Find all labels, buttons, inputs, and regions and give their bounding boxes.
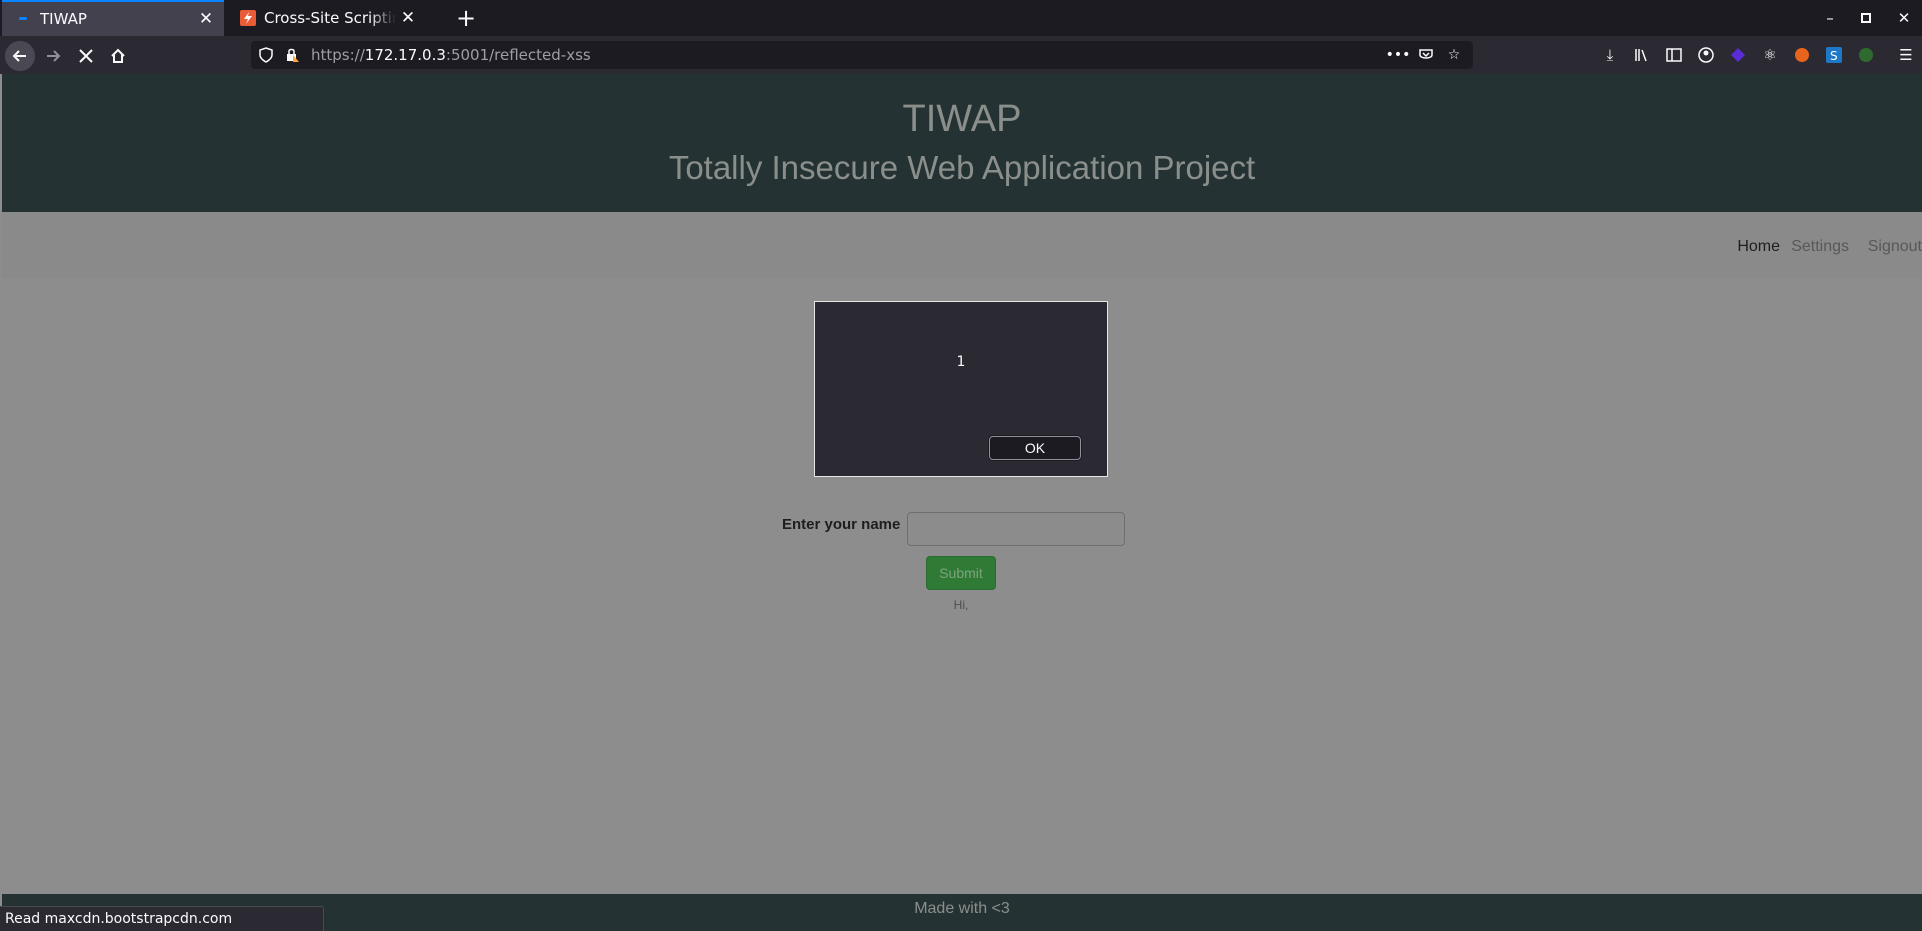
- alert-ok-button[interactable]: OK: [989, 436, 1081, 460]
- greeting-text: Hi,: [953, 598, 969, 612]
- site-subtitle: Totally Insecure Web Application Project: [668, 149, 1256, 186]
- home-icon[interactable]: [103, 41, 133, 71]
- status-bar: Read maxcdn.bootstrapcdn.com: [0, 906, 324, 931]
- site-title: TIWAP: [902, 98, 1022, 140]
- loading-icon: [16, 11, 32, 27]
- name-label: Enter your name: [782, 516, 901, 533]
- tab-title: TIWAP: [40, 10, 87, 28]
- window-close-icon[interactable]: ✕: [1886, 0, 1922, 36]
- tab-strip: TIWAP ✕ Cross-Site Scripting (XSS) ✕ + –…: [0, 0, 1922, 36]
- downloads-icon[interactable]: ⤓: [1594, 41, 1626, 69]
- name-input[interactable]: [907, 512, 1125, 546]
- forward-icon[interactable]: [38, 41, 68, 71]
- extension-foxy-icon[interactable]: [1786, 41, 1818, 69]
- minimize-icon[interactable]: –: [1812, 0, 1848, 36]
- tab-tiwap[interactable]: TIWAP ✕: [2, 0, 224, 36]
- close-tab-icon[interactable]: ✕: [396, 6, 420, 30]
- bookmark-star-icon[interactable]: ☆: [1443, 44, 1465, 66]
- close-tab-icon[interactable]: ✕: [194, 7, 218, 31]
- new-tab-icon[interactable]: +: [452, 4, 480, 32]
- portswigger-icon: [240, 10, 256, 26]
- toolbar-icons: ⤓ ⚛ S ☰: [1594, 41, 1922, 69]
- insecure-lock-icon[interactable]: [281, 44, 303, 66]
- tab-xss[interactable]: Cross-Site Scripting (XSS) ✕: [226, 0, 426, 36]
- nav-signout-link[interactable]: Signout: [1868, 238, 1922, 256]
- library-icon[interactable]: [1626, 41, 1658, 69]
- nav-settings-link[interactable]: Settings: [1791, 238, 1849, 256]
- menu-icon[interactable]: ☰: [1890, 41, 1922, 69]
- site-nav: Home Settings Signout: [2, 212, 1922, 278]
- page-actions-icon[interactable]: •••: [1386, 44, 1411, 66]
- extension-s-icon[interactable]: S: [1818, 41, 1850, 69]
- sidebar-icon[interactable]: [1658, 41, 1690, 69]
- pocket-icon[interactable]: [1415, 44, 1437, 66]
- extension-green-icon[interactable]: [1850, 41, 1882, 69]
- alert-message: 1: [956, 354, 966, 370]
- extension-react-icon[interactable]: ⚛: [1754, 41, 1786, 69]
- url-text: https://172.17.0.3:5001/reflected-xss: [311, 46, 591, 64]
- tracking-shield-icon[interactable]: [255, 44, 277, 66]
- extension-cube-icon[interactable]: [1722, 41, 1754, 69]
- back-icon[interactable]: [5, 41, 35, 71]
- site-header: TIWAP Totally Insecure Web Application P…: [2, 74, 1922, 212]
- address-bar[interactable]: https://172.17.0.3:5001/reflected-xss ••…: [251, 41, 1473, 69]
- account-icon[interactable]: [1690, 41, 1722, 69]
- page-content: TIWAP Totally Insecure Web Application P…: [0, 74, 1922, 931]
- navigation-toolbar: https://172.17.0.3:5001/reflected-xss ••…: [0, 36, 1922, 74]
- nav-home-link[interactable]: Home: [1737, 238, 1780, 256]
- svg-text:S: S: [1830, 49, 1838, 63]
- alert-dialog: 1 OK: [814, 301, 1108, 477]
- tab-title: Cross-Site Scripting (XSS): [264, 9, 396, 27]
- submit-button[interactable]: Submit: [926, 556, 996, 590]
- maximize-icon[interactable]: [1848, 0, 1884, 36]
- stop-icon[interactable]: [71, 41, 101, 71]
